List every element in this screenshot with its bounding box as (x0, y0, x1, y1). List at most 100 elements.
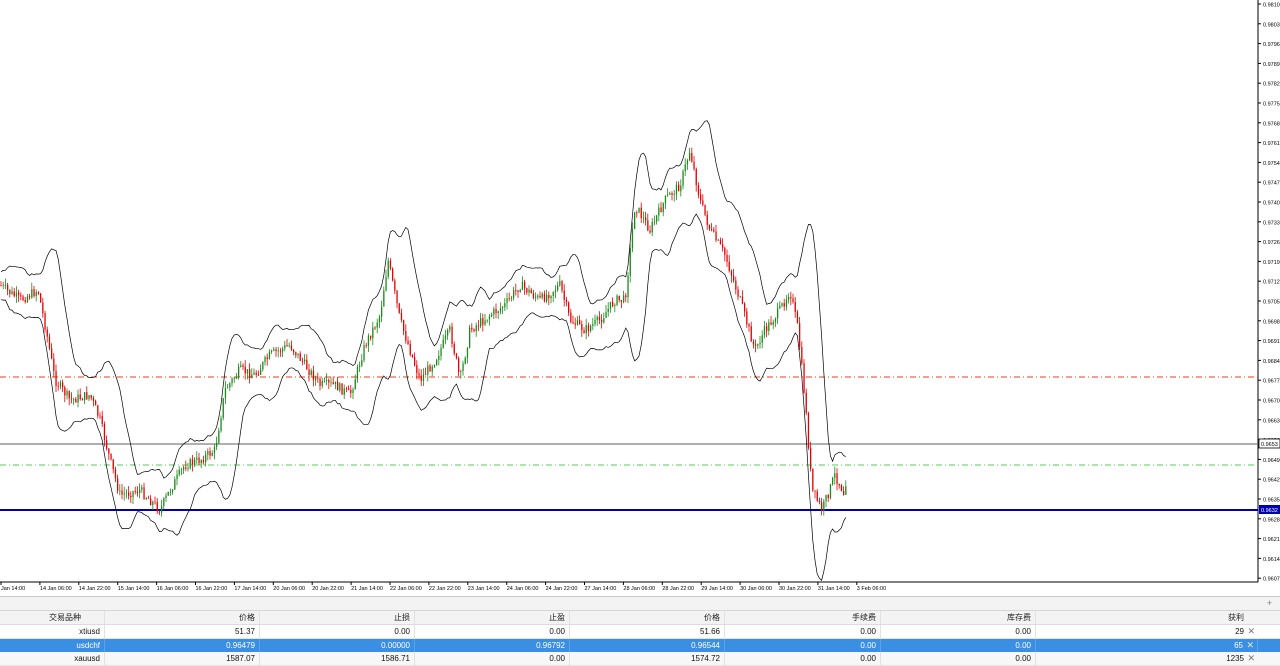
candle-body (297, 353, 299, 356)
bollinger-lower-band (0, 213, 847, 581)
header-commission[interactable]: 手续费 (725, 611, 881, 624)
row-tp[interactable]: 0.00 (415, 652, 570, 665)
candle-body (255, 372, 257, 375)
candle-body (194, 459, 196, 465)
candle-body (11, 291, 13, 294)
candle-body (464, 357, 466, 364)
candle-body (741, 296, 744, 304)
time-axis-label: 20 Jan 06:00 (273, 586, 305, 592)
candle-body (427, 365, 429, 375)
candle-body (772, 322, 774, 325)
row-sl[interactable]: 1586.71 (260, 652, 415, 665)
price-axis-label: 0.9677 (1263, 379, 1280, 385)
candle-body (422, 374, 425, 381)
header-price[interactable]: 价格 (105, 611, 260, 624)
candle-body (370, 335, 372, 339)
candle-body (18, 292, 20, 296)
candle-body (728, 261, 730, 271)
candle-body (88, 395, 90, 400)
candle-body (172, 489, 174, 492)
close-position-icon[interactable]: ✕ (1247, 652, 1255, 665)
candle-body (330, 382, 332, 384)
candle-body (213, 446, 216, 453)
price-axis-label: 0.9670 (1263, 399, 1280, 405)
candle-body (620, 300, 623, 302)
candle-body (724, 247, 726, 255)
candle-body (596, 317, 598, 320)
candle-body (658, 207, 660, 216)
price-axis-label: 0.9649 (1263, 458, 1280, 464)
terminal-splitter[interactable]: + (0, 597, 1280, 611)
candle-body (528, 289, 530, 293)
close-position-icon[interactable]: ✕ (1246, 639, 1254, 652)
candle-body (266, 357, 268, 360)
candle-body (519, 289, 521, 292)
candle-body (488, 316, 491, 320)
candle-body (240, 365, 242, 367)
row-sl[interactable]: 0.00 (260, 625, 415, 638)
candle-body (546, 294, 548, 302)
candle-body (253, 372, 255, 375)
candle-body (279, 350, 282, 352)
candle-body (550, 295, 552, 299)
candle-body (722, 244, 724, 248)
candle-body (649, 230, 651, 233)
candle-body (587, 325, 590, 331)
chart-canvas[interactable]: 0.9810 0.9803 0.9796 0.9789 0.9782 0.9775 0.97… (0, 0, 1280, 596)
candle-body (169, 491, 172, 493)
table-row-selected[interactable]: usdchf 0.96479 0.00000 0.96792 0.96544 0… (0, 639, 1280, 652)
price-chart[interactable]: 0.9810 0.9803 0.9796 0.9789 0.9782 0.9775 0.97… (0, 0, 1280, 596)
candle-body (642, 217, 645, 219)
candle-body (792, 298, 794, 302)
row-profit: 1235 ✕ (1036, 652, 1258, 665)
header-current-price[interactable]: 价格 (570, 611, 725, 624)
candle-body (59, 382, 62, 387)
candle-body (202, 460, 205, 463)
candle-body (242, 365, 244, 367)
candle-body (840, 485, 843, 491)
candle-body (323, 380, 326, 382)
candle-body (262, 362, 264, 370)
row-tp[interactable]: 0.96792 (415, 639, 570, 652)
candle-body (726, 254, 728, 262)
candle-body (57, 386, 59, 387)
candle-body (576, 320, 579, 325)
candle-body (134, 491, 136, 492)
time-axis-label: 24 Jan 06:00 (507, 586, 539, 592)
row-commission: 0.00 (725, 639, 881, 652)
candle-body (405, 330, 407, 341)
close-position-icon[interactable]: ✕ (1247, 625, 1255, 638)
candle-body (583, 330, 585, 334)
table-row[interactable]: xauusd 1587.07 1586.71 0.00 1574.72 0.00… (0, 652, 1280, 666)
header-tp[interactable]: 止盈 (415, 611, 570, 624)
candle-body (700, 194, 702, 201)
candle-body (845, 486, 847, 495)
header-swap[interactable]: 库存费 (881, 611, 1036, 624)
table-row[interactable]: xtiusd 51.37 0.00 0.00 51.66 0.00 0.00 2… (0, 625, 1280, 639)
candle-body (130, 495, 132, 498)
candle-body (713, 229, 715, 232)
candle-body (766, 326, 768, 331)
splitter-plus-icon[interactable]: + (1267, 597, 1272, 610)
candle-body (788, 297, 790, 300)
candle-body (697, 185, 700, 195)
candle-body (348, 388, 350, 390)
candle-body (13, 291, 15, 297)
candle-body (572, 322, 574, 324)
candle-body (814, 490, 816, 492)
candle-body (22, 296, 24, 301)
row-tp[interactable]: 0.00 (415, 625, 570, 638)
trade-terminal: + 交易品种 价格 止损 止盈 价格 手续费 库存费 获利 xtiusd 51.… (0, 596, 1280, 666)
time-axis-label: 22 Jan 22:00 (429, 586, 461, 592)
row-sl[interactable]: 0.00000 (260, 639, 415, 652)
candle-body (440, 347, 442, 356)
candle-body (671, 193, 673, 195)
row-price: 0.96479 (105, 639, 260, 652)
candle-body (680, 185, 682, 192)
header-sl[interactable]: 止损 (260, 611, 415, 624)
candle-body (678, 184, 680, 192)
candle-body (704, 204, 706, 215)
candle-body (273, 349, 275, 351)
header-profit[interactable]: 获利 (1036, 611, 1258, 624)
header-symbol[interactable]: 交易品种 (0, 611, 105, 624)
